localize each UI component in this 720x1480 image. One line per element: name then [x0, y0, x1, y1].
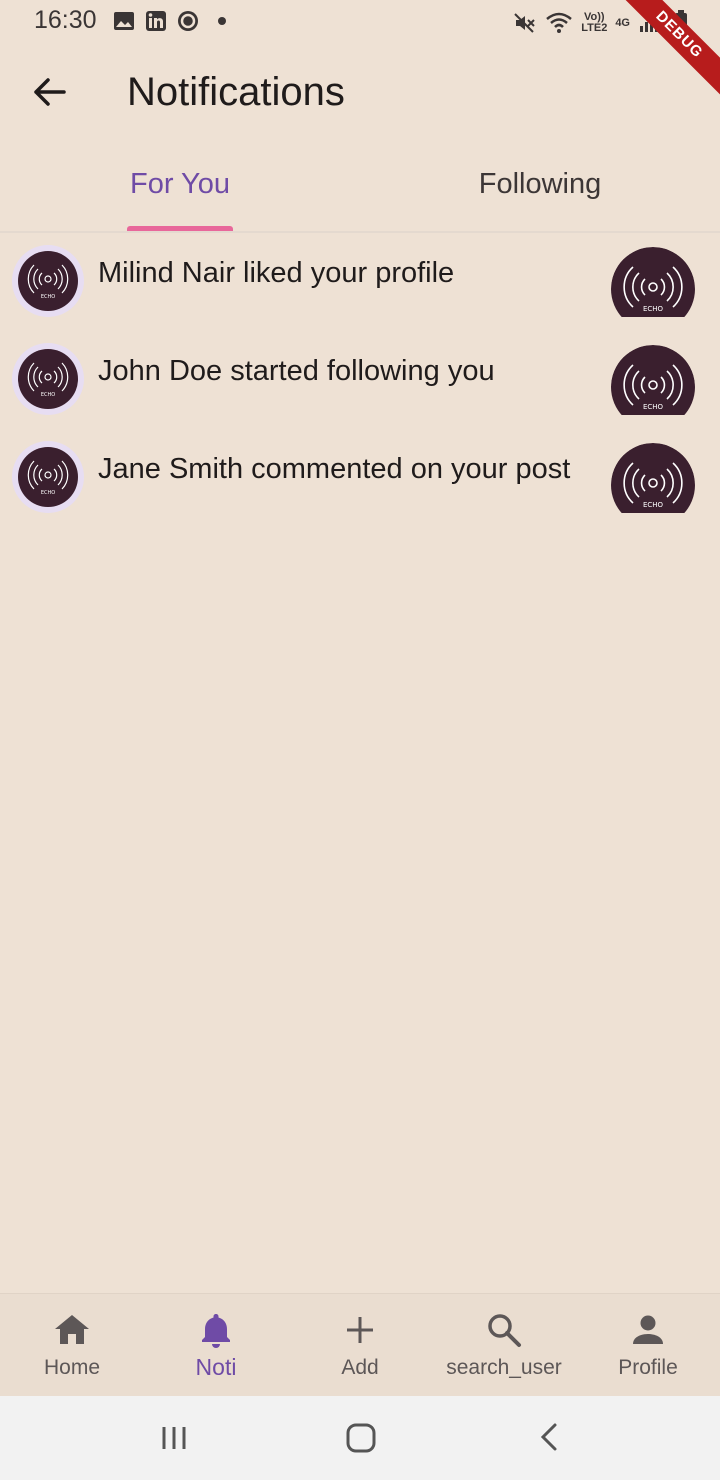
notification-item[interactable]: ECHO John Doe started following you ECHO: [0, 333, 720, 431]
recent-apps-button[interactable]: [158, 1424, 190, 1452]
avatar[interactable]: ECHO: [12, 343, 84, 415]
tab-indicator: [127, 226, 233, 231]
logo-text: ECHO: [643, 403, 664, 411]
plus-icon: [347, 1317, 373, 1343]
nav-label: search_user: [446, 1356, 562, 1379]
tab-for-you[interactable]: For You: [0, 168, 360, 201]
mute-icon: [514, 13, 535, 33]
status-bar: 16:30 Vo)) LTE2 4G: [0, 0, 720, 46]
nav-add[interactable]: Add: [288, 1294, 432, 1397]
wifi-icon: [546, 12, 573, 33]
image-icon: [114, 12, 134, 30]
volte-indicator: Vo)) LTE2: [581, 12, 607, 34]
linkedin-icon: [146, 11, 166, 31]
tab-following[interactable]: Following: [360, 168, 720, 201]
network-type: 4G: [615, 16, 630, 29]
post-thumbnail[interactable]: ECHO: [611, 443, 695, 513]
home-button[interactable]: [344, 1422, 378, 1454]
post-thumbnail[interactable]: ECHO: [611, 345, 695, 415]
nav-home[interactable]: Home: [0, 1294, 144, 1397]
notification-text: Jane Smith commented on your post: [98, 453, 571, 485]
echo-logo-icon: ECHO: [611, 443, 695, 513]
nav-label: Home: [43, 1356, 101, 1379]
nav-noti[interactable]: Noti: [144, 1294, 288, 1397]
person-icon: [633, 1315, 663, 1344]
nav-profile[interactable]: Profile: [576, 1294, 720, 1397]
echo-logo-icon: ECHO: [18, 251, 78, 311]
search-icon: [488, 1314, 521, 1347]
nav-label: Add: [341, 1356, 379, 1379]
back-nav-button[interactable]: [536, 1422, 562, 1452]
echo-logo-icon: ECHO: [18, 447, 78, 507]
notification-item[interactable]: ECHO Milind Nair liked your profile ECHO: [0, 235, 720, 333]
avatar[interactable]: ECHO: [12, 245, 84, 317]
lte-label: LTE2: [581, 22, 608, 34]
logo-text: ECHO: [643, 305, 664, 313]
bell-icon: [202, 1314, 230, 1348]
page-title: Notifications: [127, 70, 345, 114]
logo-text: ECHO: [643, 501, 664, 509]
nav-label: Noti: [195, 1354, 237, 1380]
logo-text: ECHO: [41, 294, 55, 300]
avatar[interactable]: ECHO: [12, 441, 84, 513]
dot-icon: [218, 17, 226, 25]
notification-text: Milind Nair liked your profile: [98, 257, 455, 289]
status-time: 16:30: [34, 6, 97, 34]
echo-logo-icon: ECHO: [611, 247, 695, 317]
tab-divider: [0, 231, 720, 233]
notification-text: John Doe started following you: [98, 355, 495, 387]
notification-item[interactable]: ECHO Jane Smith commented on your post E…: [0, 431, 720, 529]
echo-logo-icon: ECHO: [611, 345, 695, 415]
nav-label: Profile: [618, 1356, 678, 1379]
logo-text: ECHO: [41, 490, 55, 496]
bottom-nav: Home Noti Add search_user Profile: [0, 1293, 720, 1397]
record-icon: [178, 11, 198, 31]
post-thumbnail[interactable]: ECHO: [611, 247, 695, 317]
back-button[interactable]: [28, 72, 72, 112]
system-nav-bar: [0, 1396, 720, 1480]
nav-search-user[interactable]: search_user: [432, 1294, 576, 1397]
echo-logo-icon: ECHO: [18, 349, 78, 409]
home-icon: [55, 1315, 89, 1344]
logo-text: ECHO: [41, 392, 55, 398]
